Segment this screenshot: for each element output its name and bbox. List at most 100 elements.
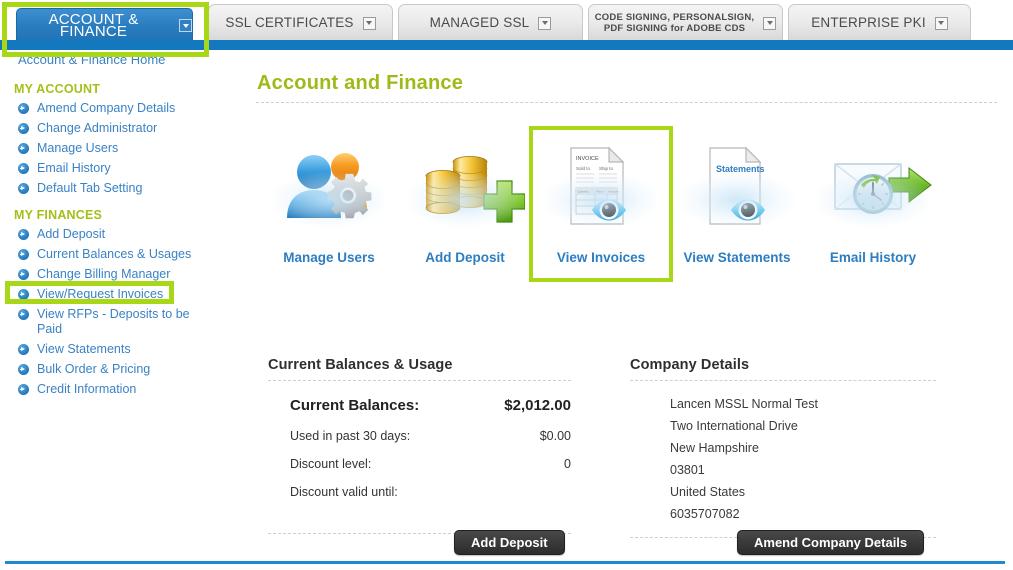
arrow-bullet-icon bbox=[18, 309, 29, 320]
balance-row: Discount level: 0 bbox=[268, 457, 571, 485]
page-title: Account and Finance bbox=[257, 72, 464, 94]
tile-caption: View Invoices bbox=[556, 250, 646, 265]
arrow-bullet-icon bbox=[18, 344, 29, 355]
add-deposit-button[interactable]: Add Deposit bbox=[454, 530, 565, 555]
sidebar-item-change-administrator[interactable]: Change Administrator bbox=[18, 121, 223, 136]
amend-company-details-button[interactable]: Amend Company Details bbox=[737, 530, 925, 555]
sidebar-item-current-balances-usages[interactable]: Current Balances & Usages bbox=[18, 247, 223, 262]
sidebar-item-label: Credit Information bbox=[37, 382, 137, 396]
sidebar-item-account-finance-home[interactable]: Account & Finance Home bbox=[18, 52, 165, 67]
arrow-bullet-icon bbox=[18, 183, 29, 194]
balance-value: 0 bbox=[564, 457, 571, 471]
sidebar-group-my-finances: MY FINANCES bbox=[14, 208, 103, 222]
caret-down-icon[interactable] bbox=[179, 19, 192, 32]
balance-row: Current Balances: $2,012.00 bbox=[268, 397, 571, 425]
tab-ssl-certificates[interactable]: SSL CERTIFICATES bbox=[208, 4, 393, 41]
sidebar: Account & Finance Home MY ACCOUNT Amend … bbox=[0, 50, 232, 555]
sidebar-item-change-billing-manager[interactable]: Change Billing Manager bbox=[18, 267, 223, 282]
envelope-clock-arrow-icon bbox=[813, 138, 933, 238]
company-line: Lancen MSSL Normal Test bbox=[670, 397, 818, 411]
caret-down-icon[interactable] bbox=[362, 16, 376, 30]
sidebar-item-label: Manage Users bbox=[37, 141, 119, 155]
tile-view-invoices[interactable]: INVOICE Sold to Ship to Quantity bbox=[529, 126, 673, 282]
app-page: ACCOUNT & FINANCE SSL CERTIFICATES MANAG… bbox=[0, 0, 1013, 570]
users-gear-icon bbox=[269, 138, 389, 238]
tab-label: ENTERPRISE PKI bbox=[811, 15, 926, 30]
sidebar-item-view-rfps[interactable]: View RFPs - Deposits to be Paid bbox=[18, 307, 190, 337]
invoice-field-ship-to: Ship to bbox=[599, 166, 614, 171]
tab-account-and-finance[interactable]: ACCOUNT & FINANCE bbox=[16, 8, 193, 42]
tab-label: SSL CERTIFICATES bbox=[225, 15, 354, 30]
tab-label: MANAGED SSL bbox=[429, 15, 530, 30]
tab-managed-ssl[interactable]: MANAGED SSL bbox=[398, 4, 583, 41]
balance-label: Used in past 30 days: bbox=[290, 429, 411, 443]
balance-row: Discount valid until: bbox=[268, 485, 571, 513]
sidebar-item-label: Bulk Order & Pricing bbox=[37, 362, 151, 376]
company-line: Two International Drive bbox=[670, 419, 798, 433]
balance-row: Used in past 30 days: $0.00 bbox=[268, 429, 571, 457]
arrow-bullet-icon bbox=[18, 123, 29, 134]
invoice-field-sold-to: Sold to bbox=[576, 166, 591, 171]
tile-caption: Manage Users bbox=[283, 250, 375, 265]
tile-add-deposit[interactable]: Add Deposit bbox=[397, 130, 533, 278]
arrow-bullet-icon bbox=[18, 103, 29, 114]
tile-view-statements[interactable]: Statements View Statements bbox=[669, 130, 805, 278]
sidebar-item-label: Change Billing Manager bbox=[37, 267, 171, 281]
sidebar-item-view-request-invoices[interactable]: View/Request Invoices bbox=[18, 287, 223, 302]
tab-bar: ACCOUNT & FINANCE SSL CERTIFICATES MANAG… bbox=[0, 0, 1013, 42]
tab-label: ACCOUNT & FINANCE bbox=[48, 10, 139, 40]
company-line: New Hampshire bbox=[670, 441, 759, 455]
panel-divider bbox=[630, 380, 936, 381]
tab-underline-bar bbox=[0, 40, 1013, 50]
balance-value: $2,012.00 bbox=[504, 397, 571, 414]
tile-manage-users[interactable]: Manage Users bbox=[261, 130, 397, 278]
sidebar-item-label: View/Request Invoices bbox=[37, 287, 164, 301]
caret-down-icon[interactable] bbox=[934, 16, 948, 30]
sidebar-item-email-history[interactable]: Email History bbox=[18, 161, 223, 176]
tab-enterprise-pki[interactable]: ENTERPRISE PKI bbox=[788, 4, 971, 41]
sidebar-item-label: View RFPs - Deposits to be Paid bbox=[37, 307, 190, 336]
title-divider bbox=[256, 102, 997, 103]
panel-title: Current Balances & Usage bbox=[268, 357, 453, 373]
arrow-bullet-icon bbox=[18, 269, 29, 280]
arrow-bullet-icon bbox=[18, 143, 29, 154]
balance-label: Current Balances: bbox=[290, 397, 420, 414]
sidebar-item-bulk-order-pricing[interactable]: Bulk Order & Pricing bbox=[18, 362, 223, 377]
tab-code-signing[interactable]: CODE SIGNING, PERSONALSIGN, PDF SIGNING … bbox=[588, 4, 783, 41]
footer-rule bbox=[5, 561, 1005, 564]
caret-down-icon[interactable] bbox=[763, 16, 777, 30]
sidebar-item-view-statements[interactable]: View Statements bbox=[18, 342, 223, 357]
panel-divider bbox=[268, 380, 571, 381]
shortcut-tiles: Manage Users Add Deposit INVOICE Sold to… bbox=[240, 126, 1013, 282]
sidebar-item-label: Amend Company Details bbox=[37, 101, 176, 115]
panel-title: Company Details bbox=[630, 357, 750, 373]
tab-label-line2: PDF SIGNING for ADOBE CDS bbox=[603, 23, 746, 34]
balance-label: Discount level: bbox=[290, 457, 372, 471]
panel-current-balances: Current Balances & Usage Current Balance… bbox=[268, 357, 571, 534]
statements-eye-icon: Statements bbox=[677, 138, 797, 238]
sidebar-item-default-tab-setting[interactable]: Default Tab Setting bbox=[18, 181, 223, 196]
invoice-doc-title: INVOICE bbox=[576, 156, 599, 162]
arrow-bullet-icon bbox=[18, 364, 29, 375]
coins-plus-icon bbox=[405, 138, 526, 238]
sidebar-item-add-deposit[interactable]: Add Deposit bbox=[18, 227, 223, 242]
sidebar-item-label: Email History bbox=[37, 161, 111, 175]
tile-email-history[interactable]: Email History bbox=[805, 130, 941, 278]
company-line: 03801 bbox=[670, 463, 705, 477]
arrow-bullet-icon bbox=[18, 384, 29, 395]
sidebar-item-credit-information[interactable]: Credit Information bbox=[18, 382, 223, 397]
sidebar-item-label: Add Deposit bbox=[37, 227, 106, 241]
company-line: 6035707082 bbox=[670, 507, 740, 521]
caret-down-icon[interactable] bbox=[538, 16, 552, 30]
sidebar-item-amend-company-details[interactable]: Amend Company Details bbox=[18, 101, 223, 116]
sidebar-item-label: Change Administrator bbox=[37, 121, 158, 135]
balance-value: $0.00 bbox=[539, 429, 571, 443]
sidebar-item-label: Current Balances & Usages bbox=[37, 247, 192, 261]
arrow-bullet-icon bbox=[18, 229, 29, 240]
panel-company-details: Company Details Lancen MSSL Normal Test … bbox=[630, 357, 936, 538]
tab-label-line1: CODE SIGNING, PERSONALSIGN, bbox=[594, 12, 755, 23]
tile-caption: Email History bbox=[829, 250, 917, 265]
arrow-bullet-icon bbox=[18, 163, 29, 174]
arrow-bullet-icon bbox=[18, 249, 29, 260]
sidebar-item-manage-users[interactable]: Manage Users bbox=[18, 141, 223, 156]
